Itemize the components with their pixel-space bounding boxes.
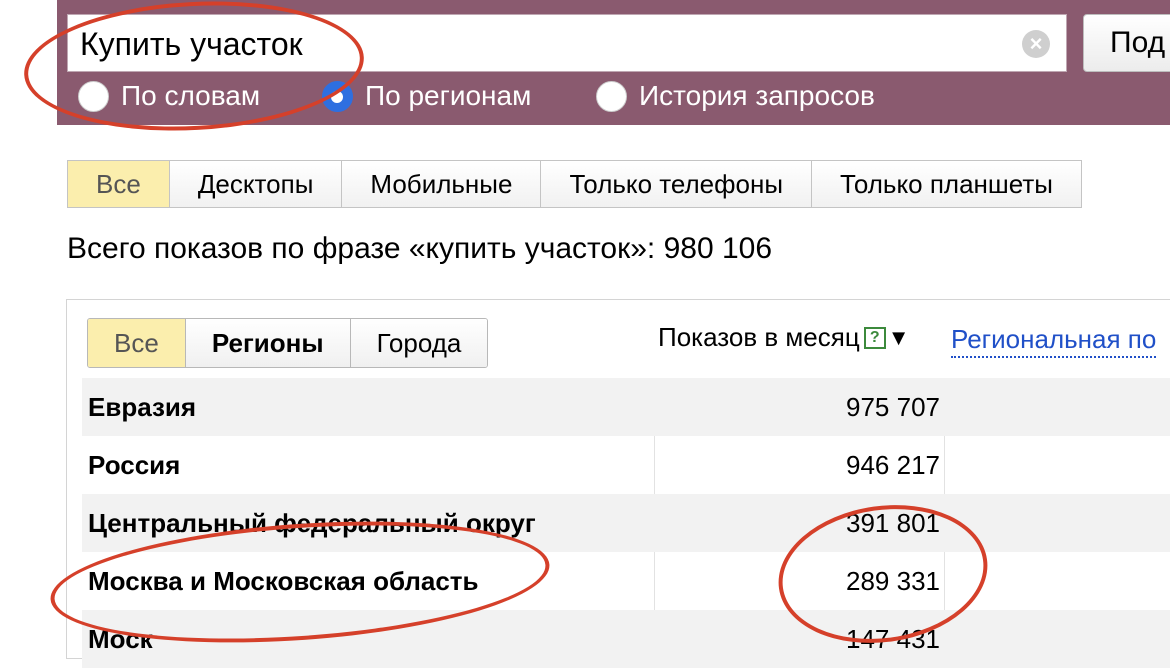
- submit-button[interactable]: Под: [1083, 14, 1170, 72]
- region-name[interactable]: Россия: [88, 436, 180, 494]
- region-count: 289 331: [846, 566, 940, 596]
- radio-checked-icon: [322, 80, 353, 112]
- region-type-tabs: Все Регионы Города: [87, 318, 489, 368]
- region-count: 975 707: [846, 392, 940, 422]
- region-name[interactable]: Москва и Московская область: [88, 552, 479, 610]
- table-row: Москва и Московская область 289 331: [82, 552, 1170, 610]
- table-row: Моск 147 431: [82, 610, 1170, 668]
- clear-icon[interactable]: ×: [1022, 30, 1050, 58]
- device-tabs: Все Десктопы Мобильные Только телефоны Т…: [67, 160, 1082, 208]
- tab-phones-only[interactable]: Только телефоны: [541, 161, 813, 207]
- region-count: 946 217: [846, 450, 940, 480]
- radio-circle-icon: [596, 80, 627, 112]
- subtab-all[interactable]: Все: [88, 319, 186, 367]
- region-name[interactable]: Моск: [88, 610, 153, 668]
- search-input[interactable]: Купить участок: [67, 14, 1067, 72]
- column-header-label: Показов в месяц: [658, 322, 860, 352]
- regional-popularity-link[interactable]: Региональная по: [951, 322, 1157, 358]
- region-name[interactable]: Центральный федеральный округ: [88, 494, 536, 552]
- tab-all[interactable]: Все: [68, 161, 170, 207]
- radio-label: По регионам: [365, 80, 532, 111]
- total-impressions: Всего показов по фразе «купить участок»:…: [67, 232, 773, 265]
- table-row: Евразия 975 707: [82, 378, 1170, 436]
- table-row: Россия 946 217: [82, 436, 1170, 494]
- table-row: Центральный федеральный округ 391 801: [82, 494, 1170, 552]
- impressions-column-header[interactable]: Показов в месяц ? ▼: [658, 322, 910, 353]
- radio-by-words[interactable]: По словам: [78, 78, 260, 114]
- subtab-cities[interactable]: Города: [350, 319, 488, 367]
- tab-tablets-only[interactable]: Только планшеты: [812, 161, 1082, 207]
- tab-mobile[interactable]: Мобильные: [342, 161, 542, 207]
- tab-desktops[interactable]: Десктопы: [169, 161, 343, 207]
- radio-by-regions[interactable]: По регионам: [322, 78, 531, 114]
- radio-circle-icon: [78, 80, 109, 112]
- sort-desc-icon[interactable]: ▼: [888, 325, 910, 351]
- radio-label: По словам: [121, 80, 261, 111]
- help-icon[interactable]: ?: [863, 326, 886, 349]
- region-count: 391 801: [846, 508, 940, 538]
- region-count: 147 431: [846, 624, 940, 654]
- subtab-regions[interactable]: Регионы: [185, 319, 351, 367]
- radio-query-history[interactable]: История запросов: [596, 78, 875, 114]
- radio-label: История запросов: [639, 80, 875, 111]
- region-name[interactable]: Евразия: [88, 378, 196, 436]
